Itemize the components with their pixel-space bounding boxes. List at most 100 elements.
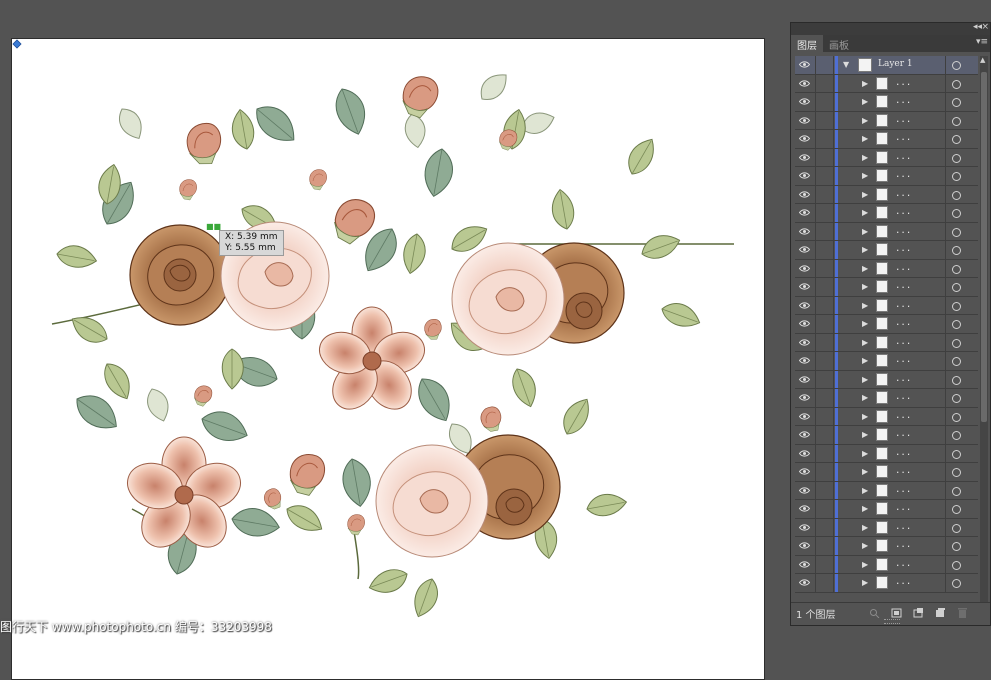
visibility-eye-icon[interactable]	[799, 523, 810, 531]
expand-arrow-icon[interactable]: ▶	[862, 245, 868, 254]
target-circle-icon[interactable]	[952, 116, 961, 126]
sublayer-name[interactable]: ...	[895, 540, 911, 550]
panel-menu-icon[interactable]: ▾≡	[976, 37, 988, 47]
expand-arrow-icon[interactable]: ▶	[862, 116, 868, 125]
target-circle-icon[interactable]	[952, 320, 961, 329]
lock-toggle[interactable]	[815, 278, 816, 296]
expand-arrow-icon[interactable]: ▶	[862, 208, 868, 217]
sublayer-row[interactable]: ▶...	[795, 222, 978, 241]
visibility-eye-icon[interactable]	[799, 209, 810, 216]
sublayer-name[interactable]: ...	[895, 337, 911, 347]
lock-toggle[interactable]	[815, 426, 816, 444]
lock-toggle[interactable]	[815, 555, 816, 573]
expand-arrow-icon[interactable]: ▶	[862, 282, 868, 291]
layer-name[interactable]: Layer 1	[878, 59, 913, 69]
sublayer-row[interactable]: ▶...	[795, 93, 978, 112]
sublayer-row[interactable]: ▶...	[795, 537, 978, 556]
sublayer-row[interactable]: ▶...	[795, 389, 978, 408]
new-sublayer-icon[interactable]	[913, 608, 924, 618]
target-circle-icon[interactable]	[952, 560, 961, 570]
lock-toggle[interactable]	[815, 537, 816, 555]
visibility-eye-icon[interactable]	[799, 357, 810, 364]
layers-list[interactable]: ▼ Layer 1 ▶... ▶... ▶... ▶... ▶... ▶... ▶... ▶.…	[795, 56, 978, 619]
visibility-eye-icon[interactable]	[799, 505, 810, 512]
sublayer-row[interactable]: ▶...	[795, 204, 978, 223]
expand-arrow-icon[interactable]: ▶	[862, 467, 868, 476]
target-circle-icon[interactable]	[952, 338, 961, 348]
target-circle-icon[interactable]	[952, 579, 961, 588]
sublayer-name[interactable]: ...	[895, 577, 911, 587]
target-circle-icon[interactable]	[952, 486, 961, 496]
lock-toggle[interactable]	[815, 463, 816, 481]
visibility-eye-icon[interactable]	[799, 135, 810, 142]
sublayer-row[interactable]: ▶...	[795, 574, 978, 593]
target-circle-icon[interactable]	[952, 227, 961, 237]
sublayer-row[interactable]: ▶...	[795, 315, 978, 334]
sublayer-name[interactable]: ...	[895, 300, 911, 310]
visibility-eye-icon[interactable]	[799, 153, 810, 161]
sublayer-name[interactable]: ...	[895, 466, 911, 476]
lock-toggle[interactable]	[815, 259, 816, 277]
sublayer-name[interactable]: ...	[895, 115, 911, 125]
target-circle-icon[interactable]	[952, 190, 961, 200]
sublayer-name[interactable]: ...	[895, 133, 911, 143]
expand-arrow-icon[interactable]: ▶	[862, 541, 868, 550]
target-circle-icon[interactable]	[952, 449, 961, 459]
visibility-eye-icon[interactable]	[799, 449, 810, 457]
expand-arrow-icon[interactable]: ▶	[862, 227, 868, 236]
visibility-eye-icon[interactable]	[799, 79, 810, 87]
sublayer-name[interactable]: ...	[895, 429, 911, 439]
sublayer-row[interactable]: ▶...	[795, 259, 978, 278]
visibility-eye-icon[interactable]	[799, 190, 810, 198]
visibility-eye-icon[interactable]	[799, 172, 810, 179]
sublayer-row[interactable]: ▶...	[795, 500, 978, 519]
target-circle-icon[interactable]	[952, 98, 961, 107]
sublayer-name[interactable]: ...	[895, 281, 911, 291]
lock-toggle[interactable]	[815, 241, 816, 259]
layers-scrollbar[interactable]: ▲	[980, 56, 988, 619]
panel-resize-grip[interactable]	[884, 619, 900, 624]
expand-arrow-icon[interactable]: ▶	[862, 264, 868, 273]
sublayer-name[interactable]: ...	[895, 170, 911, 180]
layers-panel[interactable]: ◂◂ × 图层 画板 ▾≡ ▼ Layer 1 ▶... ▶ ... ▶ ...…	[790, 22, 991, 626]
sublayer-row[interactable]: ▶...	[795, 463, 978, 482]
sublayer-row[interactable]: ▶...	[795, 296, 978, 315]
lock-toggle[interactable]	[815, 185, 816, 203]
make-clipping-mask-icon[interactable]	[891, 608, 902, 618]
sublayer-name[interactable]: ...	[895, 503, 911, 513]
sublayer-row[interactable]: ▶...	[795, 481, 978, 500]
sublayer-name[interactable]: ...	[895, 78, 911, 88]
target-circle-icon[interactable]	[952, 246, 961, 255]
visibility-eye-icon[interactable]	[799, 116, 810, 124]
scroll-thumb[interactable]	[981, 72, 987, 422]
target-circle-icon[interactable]	[952, 412, 961, 422]
collapse-arrow-icon[interactable]: ▼	[843, 60, 849, 69]
sublayer-name[interactable]: ...	[895, 96, 911, 106]
tab-artboards[interactable]: 画板	[823, 35, 855, 52]
target-circle-icon[interactable]	[952, 468, 961, 477]
sublayer-row[interactable]: ▶...	[795, 426, 978, 445]
lock-toggle[interactable]	[815, 148, 816, 166]
sublayer-row[interactable]: ▶...	[795, 148, 978, 167]
visibility-eye-icon[interactable]	[799, 301, 810, 309]
target-circle-icon[interactable]	[952, 357, 961, 366]
lock-toggle[interactable]	[815, 222, 816, 240]
sublayer-name[interactable]: ...	[895, 392, 911, 402]
lock-toggle[interactable]	[815, 481, 816, 499]
lock-toggle[interactable]	[815, 74, 816, 92]
target-circle-icon[interactable]	[952, 431, 961, 440]
lock-toggle[interactable]	[815, 315, 816, 333]
lock-toggle[interactable]	[815, 167, 816, 185]
visibility-eye-icon[interactable]	[799, 227, 810, 235]
expand-arrow-icon[interactable]: ▶	[862, 79, 868, 88]
sublayer-row[interactable]: ▶...	[795, 370, 978, 389]
sublayer-name[interactable]: ...	[895, 244, 911, 254]
target-circle-icon[interactable]	[952, 283, 961, 292]
lock-toggle[interactable]	[815, 56, 816, 74]
sublayer-name[interactable]: ...	[895, 152, 911, 162]
visibility-eye-icon[interactable]	[799, 468, 810, 475]
target-circle-icon[interactable]	[952, 209, 961, 218]
sublayer-row[interactable]: ▶...	[795, 74, 978, 93]
lock-toggle[interactable]	[815, 574, 816, 592]
expand-arrow-icon[interactable]: ▶	[862, 560, 868, 569]
